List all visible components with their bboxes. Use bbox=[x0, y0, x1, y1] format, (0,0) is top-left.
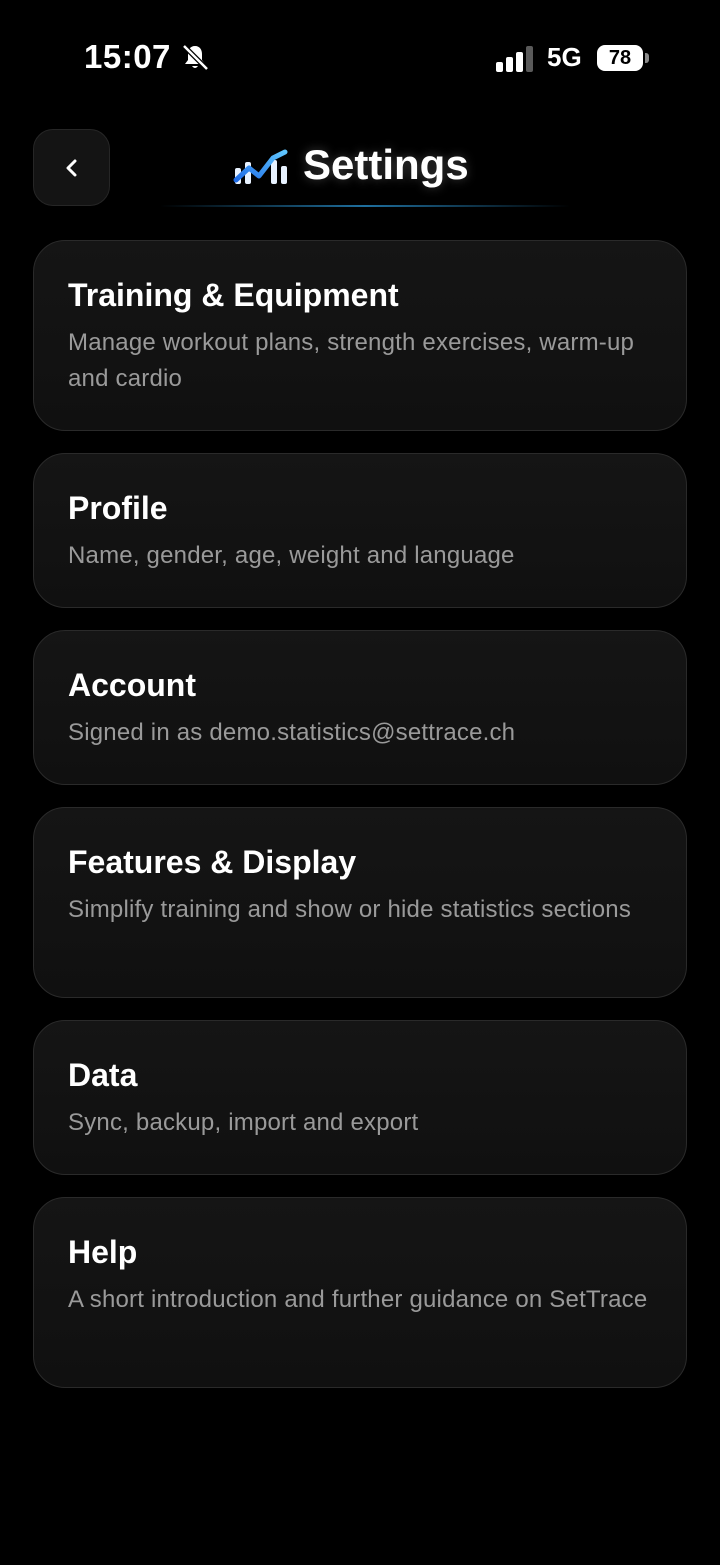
card-profile[interactable]: Profile Name, gender, age, weight and la… bbox=[33, 453, 687, 608]
card-help[interactable]: Help A short introduction and further gu… bbox=[33, 1197, 687, 1388]
card-subtitle: Simplify training and show or hide stati… bbox=[68, 896, 632, 923]
card-training-equipment[interactable]: Training & Equipment Manage workout plan… bbox=[33, 240, 687, 431]
card-subtitle: A short introduction and further guidanc… bbox=[68, 1286, 648, 1313]
battery-icon: 78 bbox=[597, 45, 643, 71]
trend-chart-logo-icon bbox=[233, 149, 288, 184]
card-account[interactable]: Account Signed in as demo.statistics@set… bbox=[33, 630, 687, 785]
card-title: Training & Equipment bbox=[68, 277, 399, 313]
page-title: Settings bbox=[303, 141, 469, 188]
battery-level: 78 bbox=[608, 46, 632, 69]
card-data[interactable]: Data Sync, backup, import and export bbox=[33, 1020, 687, 1175]
signal-icon bbox=[496, 46, 533, 72]
card-subtitle: Signed in as demo.statistics@settrace.ch bbox=[68, 719, 516, 746]
battery-cap bbox=[645, 53, 649, 63]
card-title: Account bbox=[68, 667, 196, 703]
chevron-left-icon bbox=[66, 159, 76, 176]
card-title: Help bbox=[68, 1234, 138, 1270]
card-title: Profile bbox=[68, 490, 168, 526]
network-type: 5G bbox=[547, 42, 582, 72]
settings-screen: 15:07 5G 78 Settings Training & Equipmen… bbox=[0, 0, 720, 1565]
card-subtitle: Manage workout plans, strength exercises… bbox=[68, 329, 635, 392]
card-subtitle: Sync, backup, import and export bbox=[68, 1109, 419, 1136]
title-underline bbox=[160, 205, 570, 207]
card-subtitle: Name, gender, age, weight and language bbox=[68, 542, 515, 569]
back-button[interactable] bbox=[33, 129, 110, 206]
card-title: Data bbox=[68, 1057, 138, 1093]
status-time: 15:07 bbox=[84, 38, 171, 75]
bell-muted-icon bbox=[182, 44, 209, 71]
card-features-display[interactable]: Features & Display Simplify training and… bbox=[33, 807, 687, 998]
card-title: Features & Display bbox=[68, 844, 357, 880]
status-bar: 15:07 5G 78 bbox=[0, 0, 720, 110]
